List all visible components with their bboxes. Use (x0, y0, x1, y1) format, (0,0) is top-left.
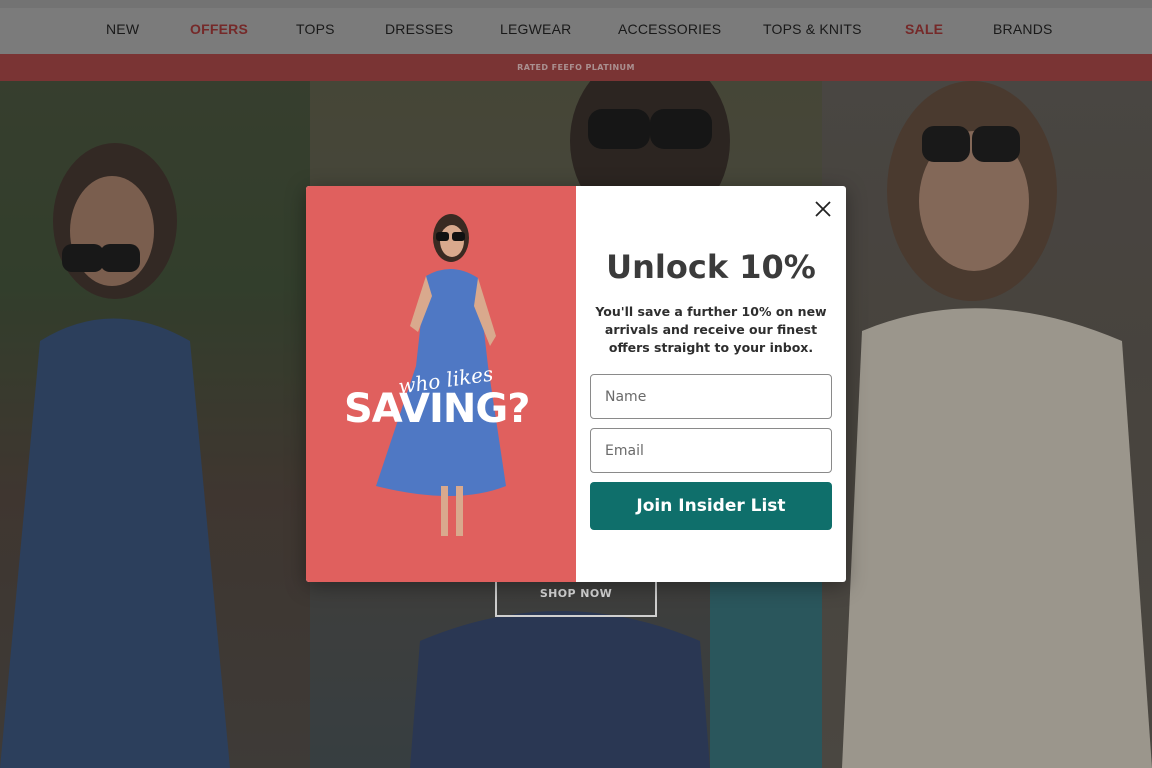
popup-title: Unlock 10% (606, 248, 816, 286)
join-insider-list-button[interactable]: Join Insider List (590, 482, 832, 530)
popup-image-caption-big: SAVING? (344, 386, 530, 432)
close-icon (815, 201, 831, 217)
popup-description: You'll save a further 10% on new arrival… (595, 304, 827, 355)
close-button[interactable] (812, 198, 834, 220)
popup-image: who likes SAVING? (306, 186, 576, 582)
newsletter-popup: who likes SAVING? Unlock 10% You'll save… (306, 186, 846, 582)
name-input[interactable] (590, 374, 832, 419)
popup-content: Unlock 10% You'll save a further 10% on … (576, 186, 846, 582)
email-input[interactable] (590, 428, 832, 473)
